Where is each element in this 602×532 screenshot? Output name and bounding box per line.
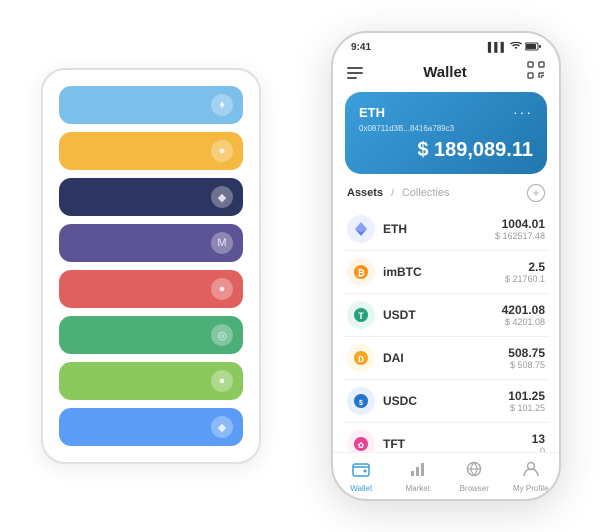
card-item[interactable]: ◎ — [59, 316, 243, 354]
phone-mockup: 9:41 ▌▌▌ — [331, 31, 561, 501]
status-time: 9:41 — [351, 42, 371, 53]
eth-card-header: ETH ··· — [359, 104, 533, 120]
asset-usd: $ 21760.1 — [505, 274, 545, 284]
list-item[interactable]: $ USDC 101.25 $ 101.25 — [343, 380, 549, 423]
wifi-icon — [510, 41, 522, 53]
tab-collecties[interactable]: Collecties — [402, 187, 450, 199]
asset-symbol: TFT — [383, 437, 532, 451]
card-item[interactable]: ● — [59, 362, 243, 400]
asset-list: ETH 1004.01 $ 162517.48 ₿ imBTC 2.5 $ 21… — [333, 208, 559, 452]
usdc-icon: $ — [347, 387, 375, 415]
card-item[interactable]: ♦ — [59, 86, 243, 124]
svg-text:D: D — [358, 355, 364, 364]
asset-usd: $ 101.25 — [508, 403, 545, 413]
card-icon: ● — [211, 140, 233, 162]
asset-usd: $ 508.75 — [508, 360, 545, 370]
card-stack: ♦ ● ◆ M ● ◎ ● ◆ — [41, 68, 261, 464]
nav-market[interactable]: Market — [390, 461, 447, 493]
nav-wallet[interactable]: Wallet — [333, 461, 390, 493]
bottom-nav: Wallet Market — [333, 452, 559, 499]
eth-icon — [347, 215, 375, 243]
battery-icon — [525, 42, 541, 53]
svg-text:$: $ — [359, 400, 363, 407]
browser-nav-icon — [465, 461, 483, 482]
card-item[interactable]: ◆ — [59, 408, 243, 446]
card-icon: ◆ — [211, 416, 233, 438]
scan-icon[interactable] — [527, 61, 545, 84]
eth-card[interactable]: ETH ··· 0x08711d3B...8416a789c3 $ 189,08… — [345, 92, 547, 174]
svg-text:₿: ₿ — [357, 268, 364, 278]
asset-amount: 2.5 — [505, 260, 545, 274]
asset-symbol: imBTC — [383, 265, 505, 279]
list-item[interactable]: ₿ imBTC 2.5 $ 21760.1 — [343, 251, 549, 294]
nav-browser[interactable]: Browser — [446, 461, 503, 493]
list-item[interactable]: ✿ TFT 13 0 — [343, 423, 549, 452]
card-icon: ● — [211, 370, 233, 392]
nav-profile[interactable]: My Profile — [503, 461, 560, 493]
phone-header: Wallet — [333, 57, 559, 92]
status-bar: 9:41 ▌▌▌ — [333, 33, 559, 57]
asset-amount: 13 — [532, 432, 545, 446]
wallet-nav-icon — [352, 461, 370, 482]
asset-amounts: 1004.01 $ 162517.48 — [495, 217, 545, 241]
tft-icon: ✿ — [347, 430, 375, 452]
tab-divider: / — [391, 188, 394, 199]
page-title: Wallet — [423, 64, 467, 81]
list-item[interactable]: ETH 1004.01 $ 162517.48 — [343, 208, 549, 251]
card-icon: ◆ — [211, 186, 233, 208]
asset-amounts: 508.75 $ 508.75 — [508, 346, 545, 370]
market-nav-icon — [409, 461, 427, 482]
add-asset-button[interactable]: + — [527, 184, 545, 202]
svg-text:T: T — [358, 311, 364, 321]
asset-symbol: USDT — [383, 308, 502, 322]
card-item[interactable]: ● — [59, 270, 243, 308]
main-scene: ♦ ● ◆ M ● ◎ ● ◆ 9:41 ▌▌▌ — [11, 11, 591, 521]
asset-symbol: ETH — [383, 222, 495, 236]
asset-amount: 4201.08 — [502, 303, 545, 317]
asset-amount: 508.75 — [508, 346, 545, 360]
nav-profile-label: My Profile — [513, 484, 549, 493]
asset-amounts: 2.5 $ 21760.1 — [505, 260, 545, 284]
menu-icon[interactable] — [347, 67, 363, 79]
eth-card-name: ETH — [359, 105, 385, 120]
list-item[interactable]: D DAI 508.75 $ 508.75 — [343, 337, 549, 380]
card-icon: ♦ — [211, 94, 233, 116]
nav-browser-label: Browser — [460, 484, 489, 493]
list-item[interactable]: T USDT 4201.08 $ 4201.08 — [343, 294, 549, 337]
asset-amounts: 13 0 — [532, 432, 545, 452]
nav-market-label: Market — [406, 484, 430, 493]
assets-header: Assets / Collecties + — [333, 184, 559, 208]
eth-card-balance: $ 189,089.11 — [359, 139, 533, 162]
svg-text:✿: ✿ — [358, 441, 365, 450]
balance-value: $ 189,089.11 — [417, 139, 533, 161]
status-icons: ▌▌▌ — [488, 41, 541, 53]
asset-amount: 1004.01 — [495, 217, 545, 231]
imbtc-icon: ₿ — [347, 258, 375, 286]
asset-symbol: DAI — [383, 351, 508, 365]
asset-amount: 101.25 — [508, 389, 545, 403]
asset-amounts: 101.25 $ 101.25 — [508, 389, 545, 413]
asset-usd: $ 162517.48 — [495, 231, 545, 241]
card-item[interactable]: ● — [59, 132, 243, 170]
asset-usd: $ 4201.08 — [502, 317, 545, 327]
eth-card-address: 0x08711d3B...8416a789c3 — [359, 124, 533, 133]
card-icon: ● — [211, 278, 233, 300]
asset-amounts: 4201.08 $ 4201.08 — [502, 303, 545, 327]
signal-icon: ▌▌▌ — [488, 42, 507, 52]
dai-icon: D — [347, 344, 375, 372]
card-item[interactable]: M — [59, 224, 243, 262]
tab-assets[interactable]: Assets — [347, 187, 383, 199]
profile-nav-icon — [522, 461, 540, 482]
card-item[interactable]: ◆ — [59, 178, 243, 216]
card-icon: M — [211, 232, 233, 254]
card-icon: ◎ — [211, 324, 233, 346]
usdt-icon: T — [347, 301, 375, 329]
asset-symbol: USDC — [383, 394, 508, 408]
eth-card-options[interactable]: ··· — [513, 104, 533, 120]
assets-tabs: Assets / Collecties — [347, 187, 450, 199]
nav-wallet-label: Wallet — [350, 484, 372, 493]
